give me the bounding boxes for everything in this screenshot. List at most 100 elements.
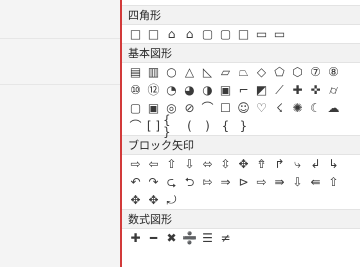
shape-icon[interactable]: ⬡ — [289, 64, 306, 81]
shape-icon[interactable]: ⤷ — [289, 156, 306, 173]
shape-icon[interactable]: ⇚ — [307, 174, 324, 191]
shape-row: ⇨ ⇦ ⇧ ⇩ ⬄ ⇳ ✥ ⇮ ↱ ⤷ ↲ ↳ — [122, 155, 360, 173]
shapes-gallery-panel: 四角形 □ □ ⌂ ⌂ ▢ ▢ □ ▭ ▭ 基本図形 ▤ ▥ ○ △ ◺ ▱ ⏢ ◇ ⬠ ⬡ ⑦ ⑧ ⑩ ⑫ ◔ ◕ ◑ ▣ ⌐ ◩ ⟋ ✚ ✜ ⌭… — [120, 0, 360, 267]
shape-icon[interactable]: ☰ — [199, 230, 216, 247]
shape-icon[interactable]: ➗ — [181, 230, 198, 247]
category-header: 基本図形 — [122, 43, 360, 63]
shape-icon[interactable]: ☺ — [235, 100, 252, 117]
shape-icon[interactable]: ⇩ — [181, 156, 198, 173]
shape-icon[interactable]: ⇒ — [217, 174, 234, 191]
shape-icon[interactable]: ⬠ — [271, 64, 288, 81]
shape-icon[interactable]: ⑦ — [307, 64, 324, 81]
shape-icon[interactable]: ⇨ — [127, 156, 144, 173]
shape-icon[interactable]: ⇧ — [325, 174, 342, 191]
shape-icon[interactable]: } — [235, 118, 252, 135]
shape-icon[interactable]: { } — [163, 114, 180, 138]
shape-icon[interactable]: ⌒ — [127, 118, 144, 135]
shape-row: ✚ ━ ✖ ➗ ☰ ≠ — [122, 229, 360, 247]
shape-icon[interactable]: ⌭ — [325, 82, 342, 99]
shape-icon[interactable]: ▢ — [127, 100, 144, 117]
shape-icon[interactable]: ☾ — [307, 100, 324, 117]
shape-icon[interactable]: ≠ — [217, 230, 234, 247]
shape-icon[interactable]: ✜ — [307, 82, 324, 99]
shape-row: ▢ ▣ ◎ ⊘ ⌒ ☐ ☺ ♡ ☇ ✺ ☾ ☁ — [122, 99, 360, 117]
shape-icon[interactable]: ↲ — [307, 156, 324, 173]
shape-icon[interactable]: □ — [145, 26, 162, 43]
shape-icon[interactable]: ▭ — [271, 26, 288, 43]
shape-icon[interactable]: ⬄ — [199, 156, 216, 173]
shape-icon[interactable]: ▣ — [217, 82, 234, 99]
shape-icon[interactable]: ◔ — [163, 82, 180, 99]
shape-row: ⌒[ ]{ }(){} — [122, 114, 360, 138]
shape-icon[interactable]: ▢ — [217, 26, 234, 43]
shape-icon[interactable]: ⑧ — [325, 64, 342, 81]
shape-icon[interactable]: ▥ — [145, 64, 162, 81]
shape-icon[interactable]: ⇧ — [163, 156, 180, 173]
shape-icon[interactable]: ◑ — [199, 82, 216, 99]
shape-icon[interactable]: ⇩ — [289, 174, 306, 191]
shape-icon[interactable]: ✖ — [163, 230, 180, 247]
shape-icon[interactable]: ▱ — [217, 64, 234, 81]
shape-icon[interactable]: ◇ — [253, 64, 270, 81]
shape-icon[interactable]: ↱ — [271, 156, 288, 173]
left-divider — [0, 38, 120, 39]
shape-icon[interactable]: ☁ — [325, 100, 342, 117]
shape-icon[interactable]: ⏢ — [235, 64, 252, 81]
shape-icon[interactable]: ◩ — [253, 82, 270, 99]
shape-icon[interactable]: ⮌ — [181, 174, 198, 191]
shape-icon[interactable]: ☐ — [217, 100, 234, 117]
shape-icon[interactable]: ✚ — [289, 82, 306, 99]
shape-icon[interactable]: ⇦ — [145, 156, 162, 173]
shape-icon[interactable]: { — [217, 118, 234, 135]
shape-icon[interactable]: ✚ — [127, 230, 144, 247]
shape-icon[interactable]: ↳ — [325, 156, 342, 173]
shape-icon[interactable]: ⇳ — [217, 156, 234, 173]
shape-row: ⑩ ⑫ ◔ ◕ ◑ ▣ ⌐ ◩ ⟋ ✚ ✜ ⌭ — [122, 81, 360, 99]
shape-row: □ □ ⌂ ⌂ ▢ ▢ □ ▭ ▭ — [122, 25, 360, 43]
category-header: 数式図形 — [122, 209, 360, 229]
category-header: 四角形 — [122, 5, 360, 25]
category-header: ブロック矢印 — [122, 135, 360, 155]
shape-icon[interactable]: ⌂ — [163, 26, 180, 43]
shape-icon[interactable]: ⌒ — [199, 100, 216, 117]
shape-icon[interactable]: ⇛ — [271, 174, 288, 191]
shape-icon[interactable]: ▭ — [253, 26, 270, 43]
shape-row: ✥ ✥ ⤾ — [122, 191, 360, 209]
shape-row: ▤ ▥ ○ △ ◺ ▱ ⏢ ◇ ⬠ ⬡ ⑦ ⑧ — [122, 63, 360, 81]
shape-icon[interactable]: ⊳ — [235, 174, 252, 191]
shape-icon[interactable]: ✥ — [235, 156, 252, 173]
shape-icon[interactable]: ♡ — [253, 100, 270, 117]
shape-icon[interactable]: ⇨ — [253, 174, 270, 191]
shape-icon[interactable]: ▤ — [127, 64, 144, 81]
shape-icon[interactable]: ⇰ — [199, 174, 216, 191]
shape-icon[interactable]: ⮎ — [163, 174, 180, 191]
shape-icon[interactable]: ⊘ — [181, 100, 198, 117]
shape-icon[interactable]: ) — [199, 118, 216, 135]
shape-icon[interactable]: ↶ — [127, 174, 144, 191]
shape-icon[interactable]: ⇮ — [253, 156, 270, 173]
shape-icon[interactable]: ✺ — [289, 100, 306, 117]
shape-icon[interactable]: ⌂ — [181, 26, 198, 43]
shape-icon[interactable]: [ ] — [145, 118, 162, 135]
shape-icon[interactable]: ◺ — [199, 64, 216, 81]
shape-icon[interactable]: ◕ — [181, 82, 198, 99]
shape-icon[interactable]: ▢ — [199, 26, 216, 43]
left-background — [0, 0, 120, 267]
shape-icon[interactable]: ✥ — [127, 192, 144, 209]
shape-icon[interactable]: ━ — [145, 230, 162, 247]
shape-icon[interactable]: ⤾ — [163, 192, 180, 209]
shape-icon[interactable]: ○ — [163, 64, 180, 81]
left-divider — [0, 84, 120, 85]
shape-icon[interactable]: ⟋ — [271, 82, 288, 99]
shape-icon[interactable]: ( — [181, 118, 198, 135]
shape-icon[interactable]: ⑩ — [127, 82, 144, 99]
shape-icon[interactable]: △ — [181, 64, 198, 81]
shape-icon[interactable]: ☇ — [271, 100, 288, 117]
shape-icon[interactable]: ✥ — [145, 192, 162, 209]
shape-icon[interactable]: ▣ — [145, 100, 162, 117]
shape-icon[interactable]: ↷ — [145, 174, 162, 191]
shape-icon[interactable]: ⑫ — [145, 82, 162, 99]
shape-icon[interactable]: □ — [127, 26, 144, 43]
shape-icon[interactable]: □ — [235, 26, 252, 43]
shape-icon[interactable]: ⌐ — [235, 82, 252, 99]
